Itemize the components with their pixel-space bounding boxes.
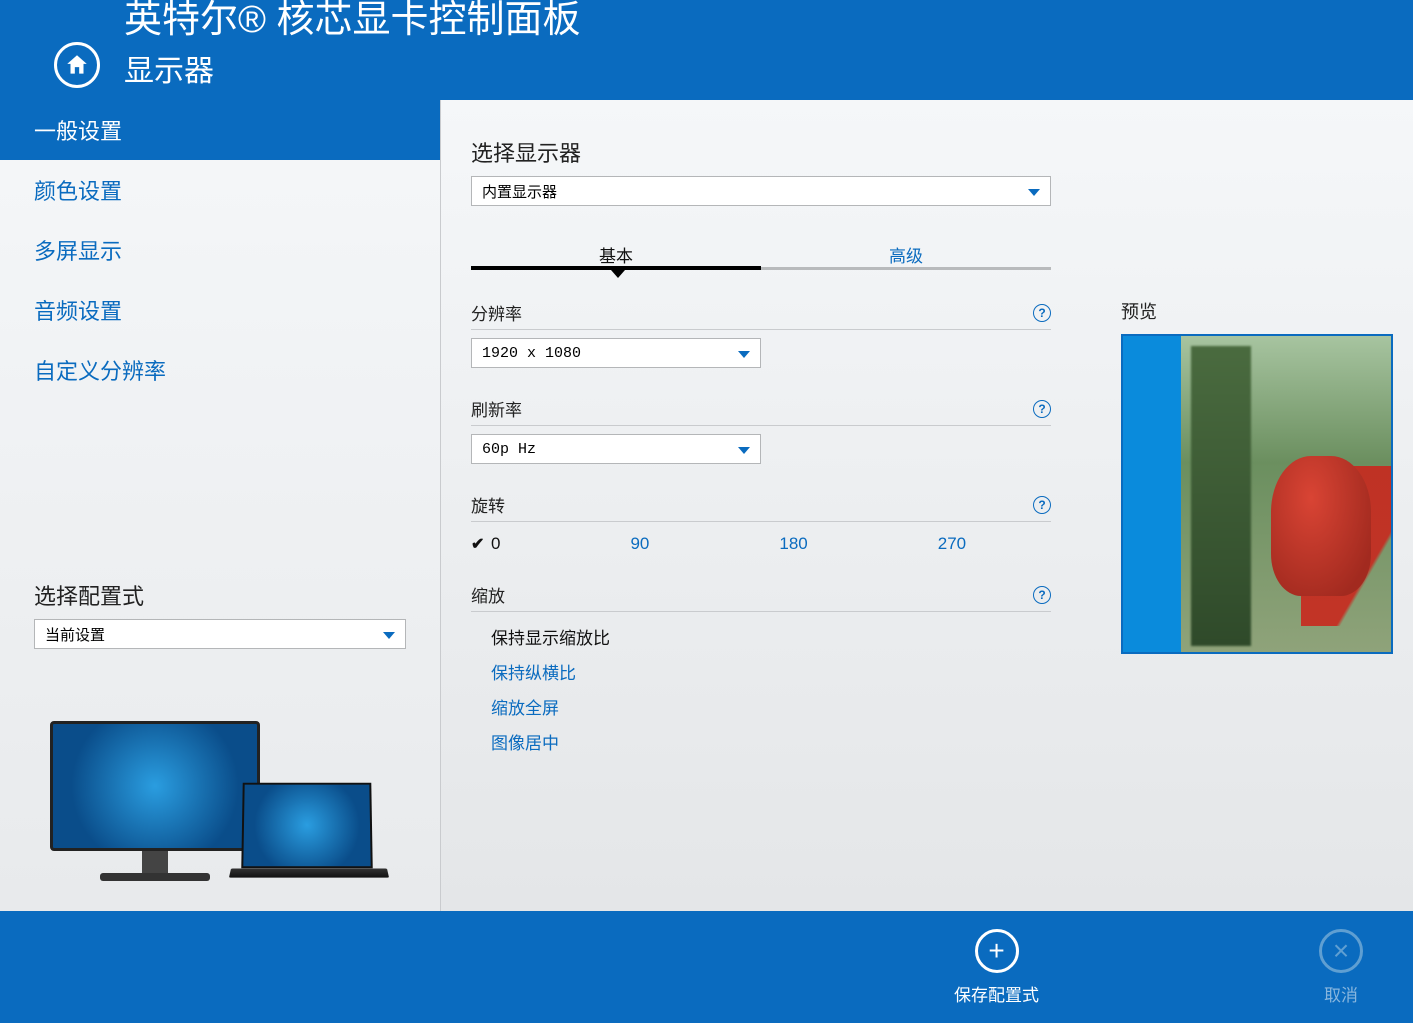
tab-advanced[interactable]: 高级 [761,242,1051,270]
sidebar-item-multiscreen[interactable]: 多屏显示 [0,220,440,280]
home-icon [64,52,90,78]
chevron-down-icon [738,441,750,458]
app-title: 英特尔® 核芯显卡控制面板 [124,0,581,42]
rotation-label: 旋转 [471,492,505,517]
scaling-label: 缩放 [471,582,505,607]
chevron-down-icon [738,345,750,362]
help-icon[interactable]: ? [1033,496,1051,514]
rotation-option-0[interactable]: ✔0 [471,534,500,554]
scaling-option-center[interactable]: 图像居中 [471,729,1051,754]
profile-label: 选择配置式 [34,579,406,611]
resolution-label: 分辨率 [471,300,522,325]
rotation-option-270[interactable]: ✔270 [918,534,966,554]
refresh-select[interactable]: 60p Hz [471,434,761,464]
close-icon: × [1319,929,1363,973]
preview-image [1181,336,1391,652]
monitor-illustration [0,671,440,911]
rotation-option-90[interactable]: ✔90 [610,534,649,554]
scaling-option-fullscreen[interactable]: 缩放全屏 [471,694,1051,719]
preview-label: 预览 [1121,298,1393,324]
rotation-option-180[interactable]: ✔180 [759,534,807,554]
profile-value: 当前设置 [45,624,105,645]
sidebar-item-general[interactable]: 一般设置 [0,100,440,160]
sidebar: 一般设置 颜色设置 多屏显示 音频设置 自定义分辨率 选择配置式 当前设置 [0,100,440,911]
sidebar-item-custom-res[interactable]: 自定义分辨率 [0,340,440,400]
cancel-label: 取消 [1324,981,1358,1006]
tabs: 基本 高级 [471,242,1051,270]
display-select[interactable]: 内置显示器 [471,176,1051,206]
profile-select[interactable]: 当前设置 [34,619,406,649]
page-title: 显示器 [124,46,581,90]
preview-frame [1121,334,1393,654]
sidebar-item-audio[interactable]: 音频设置 [0,280,440,340]
header: 英特尔® 核芯显卡控制面板 显示器 [0,0,1413,100]
tab-basic[interactable]: 基本 [471,242,761,270]
select-display-label: 选择显示器 [471,136,1101,168]
resolution-value: 1920 x 1080 [482,345,581,362]
help-icon[interactable]: ? [1033,400,1051,418]
save-profile-button[interactable]: + 保存配置式 [954,929,1039,1006]
help-icon[interactable]: ? [1033,586,1051,604]
scaling-option-keep-aspect[interactable]: 保持纵横比 [471,659,1051,684]
sidebar-item-color[interactable]: 颜色设置 [0,160,440,220]
home-button[interactable] [54,42,100,88]
plus-icon: + [975,929,1019,973]
resolution-select[interactable]: 1920 x 1080 [471,338,761,368]
save-profile-label: 保存配置式 [954,981,1039,1006]
refresh-value: 60p Hz [482,441,536,458]
scaling-option-keep-display[interactable]: ✔保持显示缩放比 [471,624,1051,649]
main-panel: 选择显示器 内置显示器 基本 高级 分辨率 ? 1920 x 1080 [440,100,1413,911]
cancel-button[interactable]: × 取消 [1319,929,1363,1006]
refresh-label: 刷新率 [471,396,522,421]
chevron-down-icon [383,626,395,643]
display-select-value: 内置显示器 [482,181,557,202]
help-icon[interactable]: ? [1033,304,1051,322]
footer: + 保存配置式 × 取消 [0,911,1413,1023]
chevron-down-icon [1028,183,1040,200]
